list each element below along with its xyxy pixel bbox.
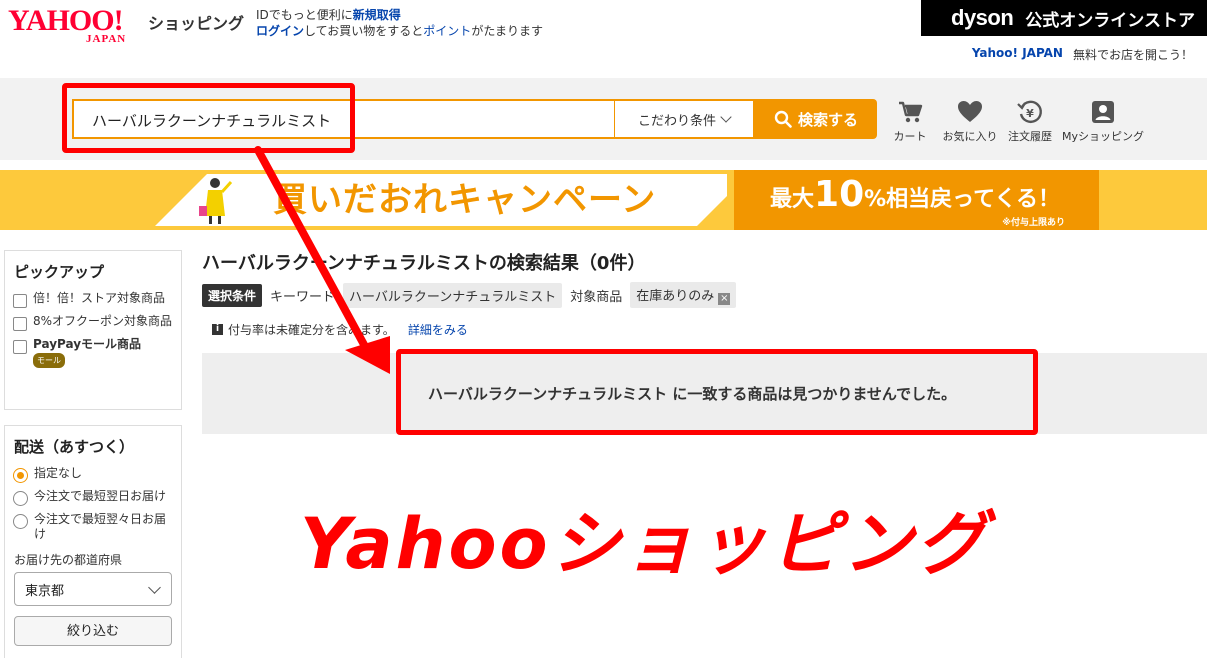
logo-sub-text: JAPAN — [86, 33, 127, 45]
prefecture-value: 東京都 — [25, 583, 65, 599]
conditions-badge: 選択条件 — [202, 283, 263, 307]
promo-line-2: ログインしてお買い物をするとポイントがたまります — [256, 22, 543, 39]
nav-cart-label: カート — [893, 130, 927, 143]
pickup-option-label: PayPayモール商品 — [33, 337, 142, 351]
dyson-ad-banner[interactable]: dyson 公式オンラインストア — [921, 0, 1207, 36]
heart-icon — [958, 101, 982, 122]
checkbox[interactable] — [13, 294, 27, 308]
pickup-option-wrap: PayPayモール商品 モール — [33, 337, 141, 368]
dyson-logo: dyson — [951, 5, 1014, 30]
checkbox[interactable] — [13, 317, 27, 331]
banner-stripe — [697, 196, 727, 226]
header-nav: カート お気に入り ¥ 注文履歴 Myショッピング — [880, 98, 1146, 144]
top-right-links: Yahoo! JAPAN 無料でお店を開こう！ — [972, 46, 1193, 63]
delivery-title: 配送（あすつく） — [14, 438, 135, 456]
narrow-down-button[interactable]: 絞り込む — [14, 616, 172, 646]
pickup-option-label: 倍！倍！ストア対象商品 — [33, 291, 166, 305]
results-title: ハーバルラクーンナチュラルミストの検索結果（0件） — [202, 253, 646, 274]
campaign-banner[interactable]: 買いだおれキャンペーン — [155, 174, 727, 226]
filter-conditions-button[interactable]: こだわり条件 — [614, 99, 755, 139]
promo-text-suffix: がたまります — [471, 24, 543, 38]
pickup-panel: ピックアップ 倍！倍！ストア対象商品 8%オフクーポン対象商品 PayPayモー… — [4, 250, 182, 410]
reward-prefix: 最大 — [770, 187, 815, 212]
details-link[interactable]: 詳細をみる — [408, 321, 468, 338]
keyword-chip[interactable]: ハーバルラクーンナチュラルミスト — [343, 282, 563, 308]
campaign-reward-banner[interactable]: 最大10%相当戻ってくる！ ※付与上限あり — [734, 170, 1099, 230]
promo-text-mid: してお買い物をすると — [304, 24, 424, 38]
filter-label: こだわり条件 — [637, 113, 716, 129]
dyson-ad-text: 公式オンラインストア — [1025, 10, 1195, 31]
target-chip-label: 在庫ありのみ — [636, 289, 715, 304]
info-icon: i — [212, 324, 223, 335]
yahoo-japan-link[interactable]: Yahoo! JAPAN — [972, 46, 1063, 63]
target-label: 対象商品 — [570, 289, 623, 305]
yahoo-logo[interactable]: YAHOO! JAPAN — [8, 6, 148, 46]
points-note-text: 付与率は未確定分を含みます。 — [228, 323, 395, 337]
delivery-option-label: 今注文で最短翌々日お届け — [34, 512, 167, 541]
reward-number: 10 — [814, 174, 865, 215]
radio[interactable] — [13, 491, 28, 506]
delivery-option-label: 今注文で最短翌日お届け — [34, 489, 167, 503]
highlight-no-result — [396, 349, 1038, 435]
radio-selected[interactable] — [13, 468, 28, 483]
campaign-title: 買いだおれキャンペーン — [273, 180, 657, 220]
reward-text: 最大10%相当戻ってくる！ — [770, 177, 1060, 213]
checkbox[interactable] — [13, 340, 27, 354]
point-link[interactable]: ポイント — [423, 24, 471, 38]
nav-cart[interactable]: カート — [880, 98, 940, 144]
annotation-caption: Yahooショッピング — [300, 503, 989, 585]
keyword-label: キーワード — [270, 289, 336, 305]
chevron-down-icon — [720, 111, 732, 123]
pickup-option-2[interactable]: 8%オフクーポン対象商品 — [5, 311, 181, 334]
pickup-option-3[interactable]: PayPayモール商品 モール — [5, 334, 181, 371]
search-button-label: 検索する — [797, 110, 858, 129]
remove-condition-icon[interactable]: × — [718, 293, 731, 305]
order-history-icon: ¥ — [1017, 100, 1042, 123]
highlight-search-box — [62, 83, 355, 153]
prefecture-select[interactable]: 東京都 — [14, 572, 172, 606]
nav-favorites[interactable]: お気に入り — [940, 98, 1000, 144]
svg-text:¥: ¥ — [1026, 107, 1034, 120]
nav-favorites-label: お気に入り — [942, 130, 998, 143]
search-button[interactable]: 検索する — [755, 99, 877, 139]
nav-my-shopping-label: Myショッピング — [1061, 130, 1144, 143]
target-chip[interactable]: 在庫ありのみ × — [630, 282, 737, 308]
radio[interactable] — [13, 514, 28, 529]
delivery-panel: 配送（あすつく） 指定なし 今注文で最短翌日お届け 今注文で最短翌々日お届け お… — [4, 425, 182, 658]
delivery-option-label: 指定なし — [34, 466, 83, 480]
pickup-option-label: 8%オフクーポン対象商品 — [33, 314, 173, 328]
user-icon — [1092, 101, 1114, 123]
points-note: i 付与率は未確定分を含みます。 詳細をみる — [212, 321, 468, 338]
delivery-option-1[interactable]: 指定なし — [5, 463, 181, 486]
pickup-option-1[interactable]: 倍！倍！ストア対象商品 — [5, 288, 181, 311]
shopping-label[interactable]: ショッピング — [148, 10, 244, 34]
pickup-title: ピックアップ — [14, 263, 105, 281]
nav-my-shopping[interactable]: Myショッピング — [1060, 98, 1146, 144]
open-store-link[interactable]: 無料でお店を開こう！ — [1073, 46, 1193, 63]
cart-icon — [899, 101, 923, 123]
login-link[interactable]: ログイン — [256, 24, 304, 38]
logo-main-text: YAHOO! — [8, 4, 124, 37]
promo-line-1: IDでもっと便利に新規取得 — [256, 6, 401, 23]
shopper-illustration — [199, 178, 233, 224]
signup-link[interactable]: 新規取得 — [353, 8, 401, 22]
delivery-option-2[interactable]: 今注文で最短翌日お届け — [5, 486, 181, 509]
delivery-option-3[interactable]: 今注文で最短翌々日お届け — [5, 509, 181, 545]
nav-order-history[interactable]: ¥ 注文履歴 — [1000, 98, 1060, 144]
chevron-down-icon — [148, 580, 161, 594]
selected-conditions: 選択条件 キーワード ハーバルラクーンナチュラルミスト 対象商品 在庫ありのみ × — [202, 282, 737, 308]
promo-text: IDでもっと便利に — [256, 8, 353, 22]
paypay-mall-badge: モール — [33, 353, 65, 368]
nav-order-history-label: 注文履歴 — [1008, 130, 1052, 143]
prefecture-label: お届け先の都道府県 — [14, 553, 123, 567]
reward-suffix: %相当戻ってくる！ — [864, 187, 1060, 212]
search-icon — [774, 110, 792, 128]
reward-note: ※付与上限あり — [1002, 218, 1065, 228]
